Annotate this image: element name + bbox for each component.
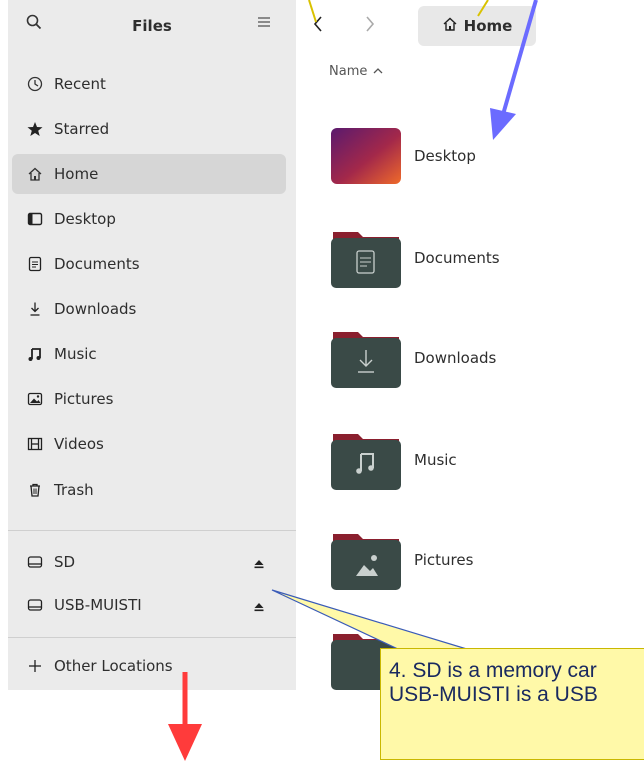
column-label: Name (329, 64, 368, 79)
name-column-header[interactable]: Name (329, 64, 383, 79)
sidebar-item-label: Starred (54, 120, 110, 138)
callout-line-2: USB-MUISTI is a USB (389, 683, 598, 706)
music-folder-icon (330, 430, 402, 490)
file-name: Pictures (414, 551, 474, 569)
hamburger-menu-icon[interactable] (256, 14, 272, 34)
sidebar-item-starred[interactable]: Starred (12, 109, 286, 149)
sidebar-header: Files (8, 0, 296, 56)
list-item[interactable]: Pictures (330, 530, 630, 590)
trash-icon (26, 481, 44, 499)
sidebar-item-documents[interactable]: Documents (12, 244, 286, 284)
sidebar-item-home[interactable]: Home (12, 154, 286, 194)
sidebar-item-label: Downloads (54, 300, 137, 318)
sidebar-item-downloads[interactable]: Downloads (12, 289, 286, 329)
sidebar-item-label: Other Locations (54, 657, 173, 675)
path-home-button[interactable]: Home (418, 6, 536, 46)
sidebar-item-label: Recent (54, 75, 106, 93)
callout-line-1: 4. SD is a memory car (389, 659, 597, 682)
sidebar-item-videos[interactable]: Videos (12, 424, 286, 464)
eject-icon[interactable] (254, 598, 264, 616)
sidebar-item-label: Trash (54, 481, 94, 499)
home-icon (442, 16, 458, 36)
app-title: Files (132, 17, 172, 35)
sidebar-item-desktop[interactable]: Desktop (12, 199, 286, 239)
picture-icon (26, 390, 44, 408)
desktop-folder-icon (330, 126, 402, 186)
sidebar-item-label: Desktop (54, 210, 116, 228)
sidebar-item-label: Pictures (54, 390, 114, 408)
music-icon (26, 345, 44, 363)
desktop-icon (26, 210, 44, 228)
pictures-folder-icon (330, 530, 402, 590)
download-icon (26, 300, 44, 318)
sidebar-item-label: Home (54, 165, 99, 183)
sort-ascending-icon (373, 64, 383, 79)
sidebar-item-pictures[interactable]: Pictures (12, 379, 286, 419)
document-icon (26, 255, 44, 273)
plus-icon (26, 657, 44, 675)
drive-icon (26, 596, 44, 614)
sidebar-item-label: Videos (54, 435, 104, 453)
sidebar-item-recent[interactable]: Recent (12, 64, 286, 104)
file-name: Documents (414, 249, 500, 267)
clock-icon (26, 75, 44, 93)
eject-icon[interactable] (254, 555, 264, 573)
sidebar-item-label: USB-MUISTI (54, 596, 142, 614)
sidebar-item-other-locations[interactable]: Other Locations (12, 646, 286, 686)
annotation-callout: 4. SD is a memory car USB-MUISTI is a US… (380, 648, 644, 760)
home-icon (26, 165, 44, 183)
sidebar-item-label: Music (54, 345, 97, 363)
file-name: Desktop (414, 147, 476, 165)
sidebar-item-trash[interactable]: Trash (12, 470, 286, 510)
sidebar: Files Recent Starred Home Desktop Docume… (8, 0, 296, 690)
file-list-pane: Home Name Desktop Documents Downloads Mu… (296, 0, 644, 761)
forward-icon[interactable] (362, 14, 376, 38)
list-item[interactable]: Downloads (330, 328, 630, 388)
sidebar-item-label: Documents (54, 255, 140, 273)
path-label: Home (463, 17, 513, 35)
star-icon (26, 120, 44, 138)
list-item[interactable]: Documents (330, 228, 630, 288)
sidebar-item-sd[interactable]: SD (12, 542, 286, 582)
file-name: Music (414, 451, 457, 469)
list-item[interactable]: Music (330, 430, 630, 490)
file-name: Downloads (414, 349, 497, 367)
sidebar-divider (8, 530, 296, 531)
sidebar-item-label: SD (54, 553, 76, 571)
documents-folder-icon (330, 228, 402, 288)
red-arrow-head (168, 724, 202, 761)
back-icon[interactable] (312, 14, 326, 38)
sidebar-item-music[interactable]: Music (12, 334, 286, 374)
film-icon (26, 435, 44, 453)
list-item[interactable]: Desktop (330, 126, 630, 186)
drive-icon (26, 553, 44, 571)
sidebar-divider (8, 637, 296, 638)
sidebar-item-usb-muisti[interactable]: USB-MUISTI (12, 585, 286, 625)
downloads-folder-icon (330, 328, 402, 388)
